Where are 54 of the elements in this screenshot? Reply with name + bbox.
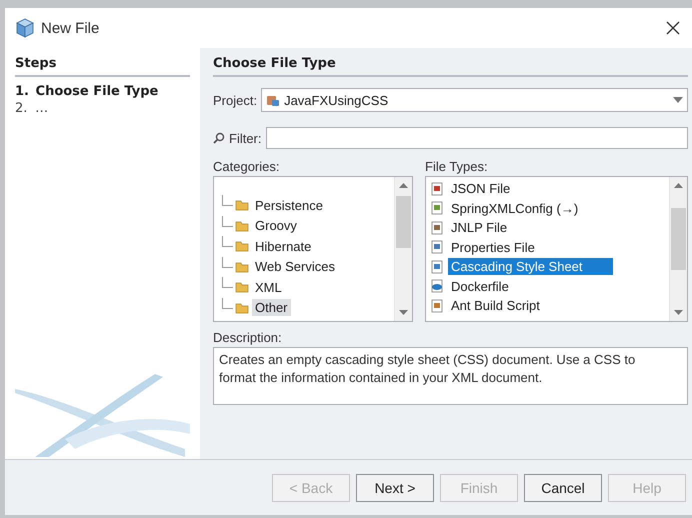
close-icon[interactable] (666, 21, 680, 35)
window-title: New File (41, 20, 100, 36)
tree-line (222, 216, 233, 226)
category-item[interactable]: Web Services (252, 258, 338, 276)
dialog-button[interactable]: Next > (356, 474, 434, 502)
file-type-item[interactable]: Properties File (448, 238, 538, 256)
panel-title: Choose File Type (213, 56, 688, 77)
file-types-label: File Types: (425, 159, 489, 174)
file-type-item[interactable]: Dockerfile (448, 278, 512, 295)
scrollbar[interactable] (394, 177, 412, 321)
category-item[interactable]: Other (252, 299, 291, 316)
search-icon (213, 132, 225, 144)
file-type-item[interactable]: Ant Build Script (448, 297, 543, 314)
dialog-button[interactable]: Cancel (524, 474, 602, 502)
folder-icon (235, 199, 249, 212)
category-item[interactable]: Groovy (252, 217, 300, 234)
tree-line (222, 277, 233, 288)
categories-label: Categories: (213, 159, 280, 174)
filter-label: Filter: (229, 130, 262, 146)
folder-icon (235, 302, 249, 314)
steps-heading: Steps (15, 56, 190, 77)
file-icon (430, 260, 444, 274)
folder-icon (235, 240, 249, 252)
category-item[interactable]: Persistence (252, 196, 326, 214)
file-icon (430, 279, 444, 294)
description-text: Creates an empty cascading style sheet (CSS) document. Use a CSS to format the information contained in your XML document. (213, 347, 688, 405)
cube-icon (15, 18, 35, 38)
tree-line (222, 236, 233, 247)
tree-line (222, 298, 233, 308)
scrollbar[interactable] (669, 177, 687, 321)
step-item: 1. Choose File Type (15, 83, 160, 100)
file-type-item[interactable]: JNLP File (448, 219, 510, 236)
file-icon (430, 298, 444, 313)
project-icon (266, 93, 280, 107)
folder-icon (235, 281, 249, 294)
filter-field[interactable] (266, 127, 688, 149)
folder-icon (235, 260, 249, 273)
tree-line (222, 195, 233, 206)
file-icon (430, 220, 444, 235)
file-type-item[interactable]: SpringXMLConfig (→) (448, 200, 582, 217)
description-label: Description: (213, 330, 283, 345)
caret-icon (673, 97, 683, 103)
step-item: 2. … (15, 100, 50, 117)
file-icon (430, 240, 444, 254)
file-icon (430, 201, 444, 216)
file-icon (430, 182, 444, 196)
file-type-item[interactable]: Cascading Style Sheet (448, 258, 613, 276)
project-label: Project: (213, 92, 258, 108)
category-item[interactable]: Hibernate (252, 238, 314, 255)
project-dropdown[interactable]: JavaFXUsingCSS (261, 88, 688, 112)
file-type-item[interactable]: JSON File (448, 180, 514, 198)
folder-icon (235, 220, 249, 232)
tree-line (222, 256, 233, 268)
category-item[interactable]: XML (252, 278, 285, 296)
